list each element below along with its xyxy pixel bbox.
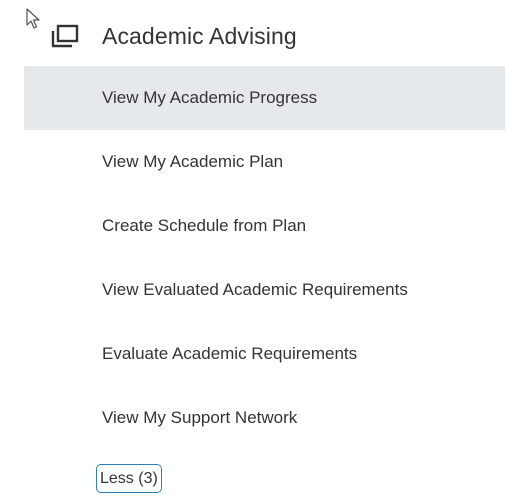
section-header[interactable]: Academic Advising — [50, 18, 297, 54]
menu-item-view-my-support-network[interactable]: View My Support Network — [24, 386, 505, 450]
menu-item-evaluate-academic-requirements[interactable]: Evaluate Academic Requirements — [24, 322, 505, 386]
mouse-cursor-icon — [26, 8, 40, 29]
less-button[interactable]: Less (3) — [96, 464, 162, 493]
window-restore-icon — [50, 22, 80, 50]
menu-item-view-my-academic-plan[interactable]: View My Academic Plan — [24, 130, 505, 194]
menu-item-create-schedule-from-plan[interactable]: Create Schedule from Plan — [24, 194, 505, 258]
academic-advising-menu: View My Academic Progress View My Academ… — [24, 66, 505, 450]
academic-advising-panel: Academic Advising View My Academic Progr… — [0, 0, 505, 504]
section-title: Academic Advising — [102, 22, 297, 49]
menu-item-view-my-academic-progress[interactable]: View My Academic Progress — [24, 66, 505, 130]
less-row: Less (3) — [96, 464, 162, 493]
menu-item-view-evaluated-academic-requirements[interactable]: View Evaluated Academic Requirements — [24, 258, 505, 322]
